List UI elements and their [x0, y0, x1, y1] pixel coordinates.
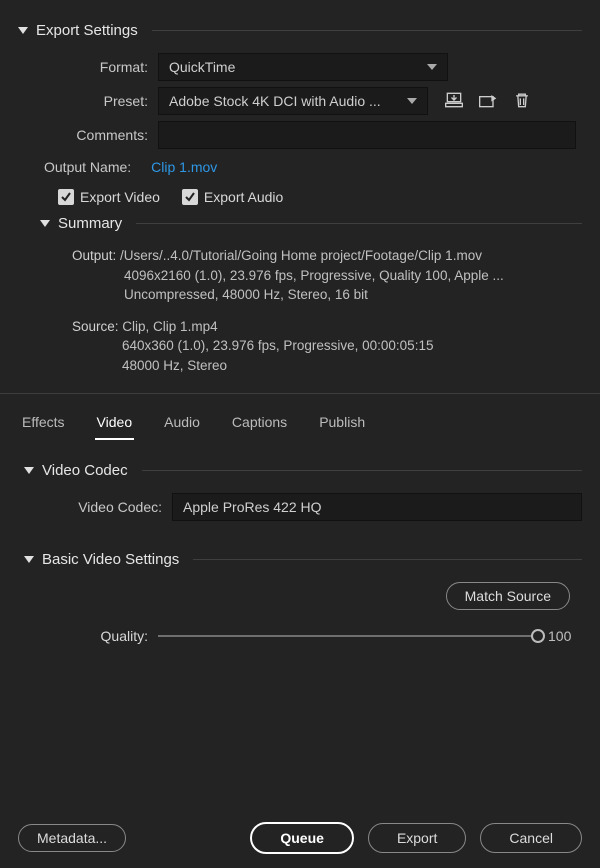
quality-label: Quality: — [78, 628, 158, 644]
summary-source-line3: 48000 Hz, Stereo — [72, 356, 582, 376]
chevron-down-icon — [407, 98, 417, 104]
match-source-button[interactable]: Match Source — [446, 582, 570, 610]
checkmark-icon — [182, 189, 198, 205]
export-audio-label: Export Audio — [204, 189, 283, 205]
video-codec-select[interactable]: Apple ProRes 422 HQ — [172, 493, 582, 521]
divider — [136, 223, 582, 224]
metadata-button[interactable]: Metadata... — [18, 824, 126, 852]
summary-output: Output: /Users/..4.0/Tutorial/Going Home… — [72, 246, 582, 305]
basic-video-header[interactable]: Basic Video Settings — [24, 551, 582, 568]
format-select[interactable]: QuickTime — [158, 53, 448, 81]
delete-preset-icon[interactable] — [512, 91, 532, 112]
preset-select[interactable]: Adobe Stock 4K DCI with Audio ... — [158, 87, 428, 115]
export-video-checkbox[interactable]: Export Video — [58, 189, 160, 205]
collapse-triangle-icon — [40, 220, 50, 227]
divider — [193, 559, 582, 560]
basic-video-title: Basic Video Settings — [42, 551, 179, 568]
export-button[interactable]: Export — [368, 823, 466, 853]
tab-audio[interactable]: Audio — [162, 410, 202, 440]
tab-effects[interactable]: Effects — [20, 410, 67, 440]
save-preset-icon[interactable] — [444, 91, 464, 112]
format-label: Format: — [48, 59, 158, 75]
video-codec-title: Video Codec — [42, 462, 128, 479]
collapse-triangle-icon — [24, 467, 34, 474]
export-settings-header[interactable]: Export Settings — [18, 22, 582, 39]
output-name-label: Output Name: — [44, 159, 141, 175]
video-codec-value: Apple ProRes 422 HQ — [183, 499, 322, 515]
tab-captions[interactable]: Captions — [230, 410, 289, 440]
collapse-triangle-icon — [18, 27, 28, 34]
video-codec-header[interactable]: Video Codec — [24, 462, 582, 479]
summary-output-label: Output: — [72, 248, 116, 263]
divider — [152, 30, 582, 31]
checkmark-icon — [58, 189, 74, 205]
summary-output-line2: 4096x2160 (1.0), 23.976 fps, Progressive… — [72, 266, 582, 286]
comments-input[interactable] — [158, 121, 576, 149]
tab-bar: Effects Video Audio Captions Publish — [18, 394, 582, 440]
quality-slider[interactable] — [158, 635, 538, 637]
preset-value: Adobe Stock 4K DCI with Audio ... — [169, 93, 381, 109]
chevron-down-icon — [427, 64, 437, 70]
output-name-link[interactable]: Clip 1.mov — [151, 159, 217, 175]
tab-publish[interactable]: Publish — [317, 410, 367, 440]
import-preset-icon[interactable] — [478, 91, 498, 112]
cancel-button[interactable]: Cancel — [480, 823, 582, 853]
preset-label: Preset: — [48, 93, 158, 109]
summary-source-label: Source: — [72, 319, 119, 334]
comments-label: Comments: — [48, 127, 158, 143]
slider-thumb-icon[interactable] — [531, 629, 545, 643]
summary-source-line2: 640x360 (1.0), 23.976 fps, Progressive, … — [72, 336, 582, 356]
export-settings-title: Export Settings — [36, 22, 138, 39]
video-codec-label: Video Codec: — [62, 499, 172, 515]
bottom-bar: Metadata... Queue Export Cancel — [18, 822, 582, 854]
divider — [142, 470, 582, 471]
summary-output-line3: Uncompressed, 48000 Hz, Stereo, 16 bit — [72, 285, 582, 305]
tab-video[interactable]: Video — [95, 410, 135, 440]
format-value: QuickTime — [169, 59, 235, 75]
export-audio-checkbox[interactable]: Export Audio — [182, 189, 283, 205]
collapse-triangle-icon — [24, 556, 34, 563]
summary-output-path: /Users/..4.0/Tutorial/Going Home project… — [120, 248, 482, 263]
summary-title: Summary — [58, 215, 122, 232]
summary-header[interactable]: Summary — [40, 215, 582, 232]
queue-button[interactable]: Queue — [250, 822, 354, 854]
export-video-label: Export Video — [80, 189, 160, 205]
quality-value: 100 — [548, 628, 582, 644]
summary-source-name: Clip, Clip 1.mp4 — [122, 319, 217, 334]
summary-source: Source: Clip, Clip 1.mp4 640x360 (1.0), … — [72, 317, 582, 376]
